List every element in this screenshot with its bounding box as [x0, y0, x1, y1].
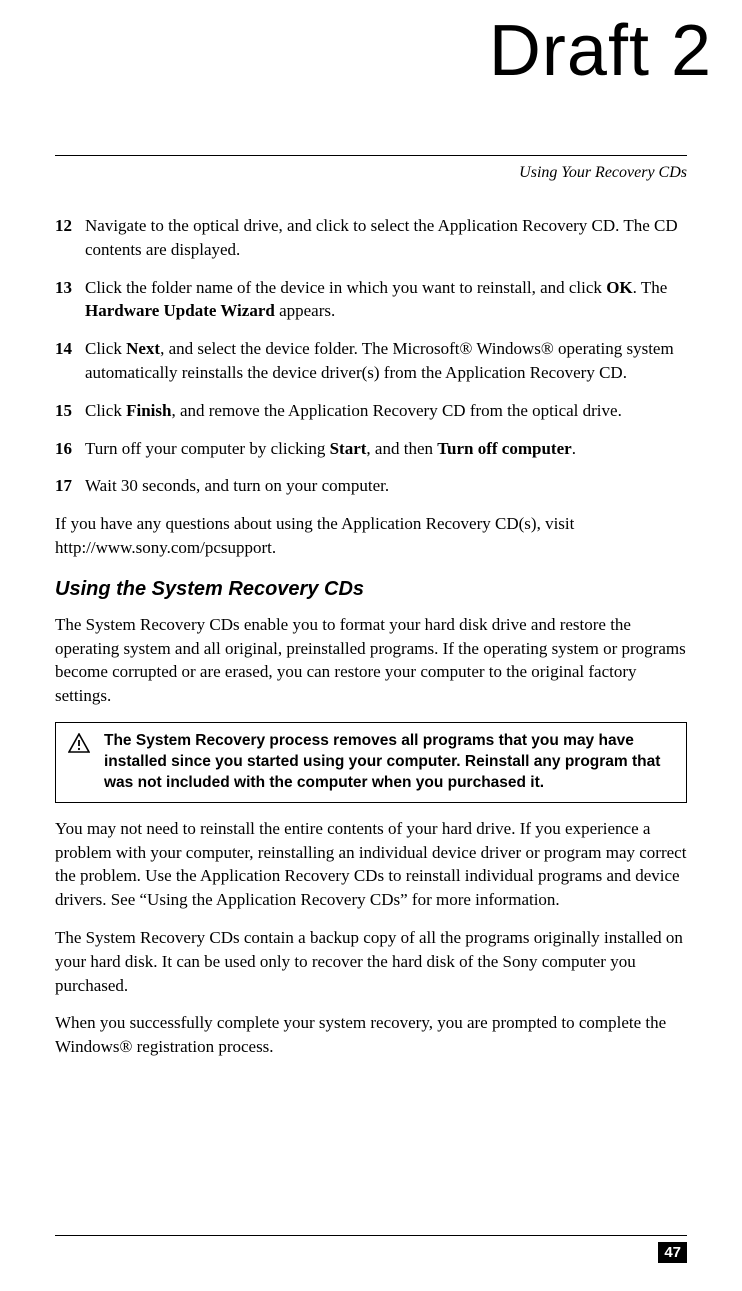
step-15: 15 Click Finish, and remove the Applicat…	[55, 399, 687, 423]
step-12: 12 Navigate to the optical drive, and cl…	[55, 214, 687, 262]
step-text: Click Finish, and remove the Application…	[85, 399, 687, 423]
paragraph: You may not need to reinstall the entire…	[55, 817, 687, 912]
step-text: Navigate to the optical drive, and click…	[85, 214, 687, 262]
running-header: Using Your Recovery CDs	[55, 164, 687, 182]
page-content: Using Your Recovery CDs 12 Navigate to t…	[0, 0, 742, 1133]
step-number: 14	[55, 337, 85, 385]
warning-box: The System Recovery process removes all …	[55, 722, 687, 803]
step-text: Click Next, and select the device folder…	[85, 337, 687, 385]
step-17: 17 Wait 30 seconds, and turn on your com…	[55, 474, 687, 498]
warning-icon	[68, 733, 90, 758]
step-number: 12	[55, 214, 85, 262]
header-rule	[55, 155, 687, 156]
step-13: 13 Click the folder name of the device i…	[55, 276, 687, 324]
paragraph: The System Recovery CDs contain a backup…	[55, 926, 687, 997]
page-number: 47	[658, 1242, 687, 1263]
subheading: Using the System Recovery CDs	[55, 578, 687, 601]
step-number: 17	[55, 474, 85, 498]
paragraph: The System Recovery CDs enable you to fo…	[55, 613, 687, 708]
step-text: Click the folder name of the device in w…	[85, 276, 687, 324]
step-number: 15	[55, 399, 85, 423]
step-14: 14 Click Next, and select the device fol…	[55, 337, 687, 385]
paragraph: When you successfully complete your syst…	[55, 1011, 687, 1059]
watermark: Draft 2	[489, 10, 712, 92]
step-number: 13	[55, 276, 85, 324]
step-16: 16 Turn off your computer by clicking St…	[55, 437, 687, 461]
footer-rule	[55, 1235, 687, 1236]
step-text: Turn off your computer by clicking Start…	[85, 437, 687, 461]
paragraph: If you have any questions about using th…	[55, 512, 687, 560]
warning-text: The System Recovery process removes all …	[104, 731, 674, 794]
step-text: Wait 30 seconds, and turn on your comput…	[85, 474, 687, 498]
step-number: 16	[55, 437, 85, 461]
